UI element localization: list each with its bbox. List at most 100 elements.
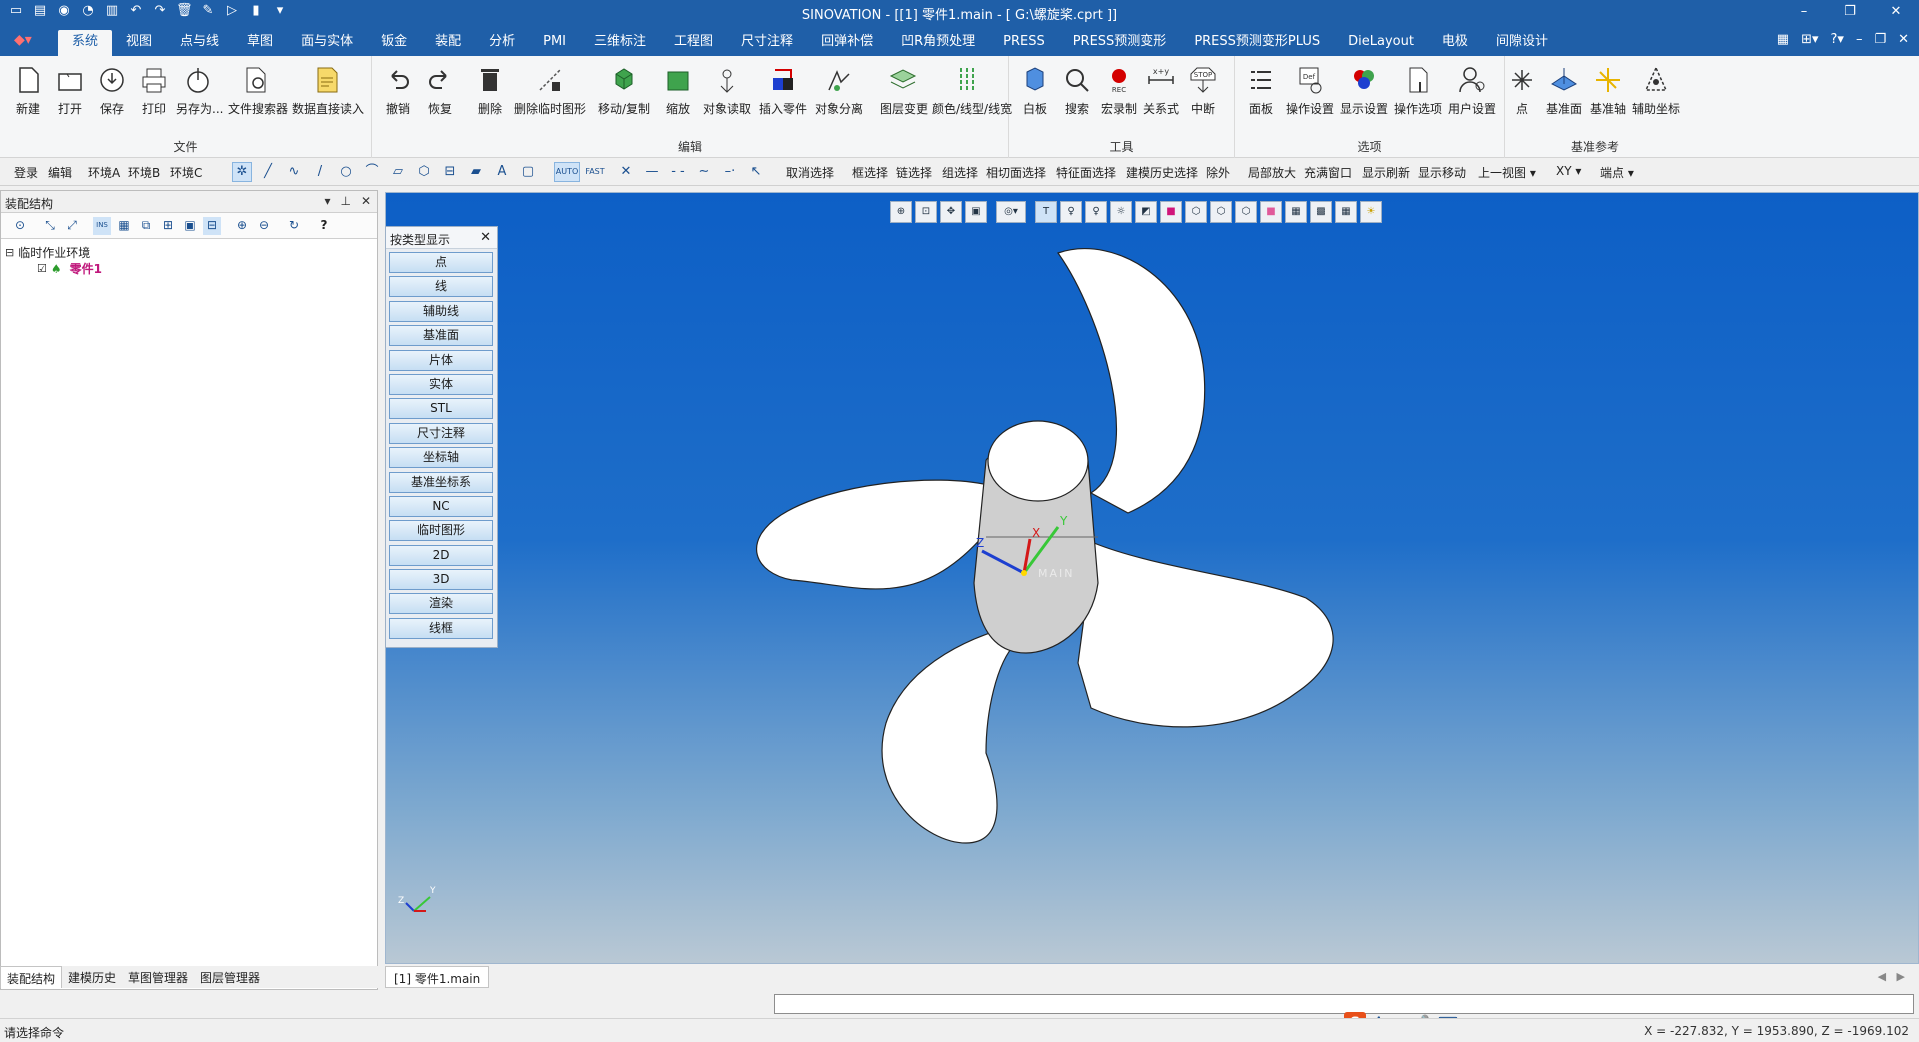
deselect-button[interactable]: 取消选择: [786, 164, 834, 181]
window-tile-icon[interactable]: ⊞▾: [1801, 32, 1818, 47]
menu-tab[interactable]: PRESS预测变形: [1059, 30, 1181, 56]
display-settings-button[interactable]: 显示设置: [1339, 64, 1389, 117]
auto-mode-button[interactable]: AUTO: [554, 162, 580, 182]
spline-icon[interactable]: ∿: [284, 162, 304, 182]
search-button[interactable]: 搜索: [1055, 64, 1099, 117]
tab-nav-arrows[interactable]: ◀ ▶: [1878, 970, 1905, 983]
feature-face-select-button[interactable]: 特征面选择: [1056, 164, 1116, 181]
new-button[interactable]: 新建: [6, 64, 50, 117]
box-select-button[interactable]: 框选择: [852, 164, 888, 181]
menu-tab[interactable]: PMI: [529, 30, 580, 56]
env-a-button[interactable]: 环境A: [88, 164, 120, 181]
menu-tab[interactable]: 电极: [1428, 30, 1482, 56]
chain-select-button[interactable]: 链选择: [896, 164, 932, 181]
login-button[interactable]: 登录: [14, 164, 38, 181]
move-copy-button[interactable]: 移动/复制: [596, 64, 652, 117]
type-datum-csys-button[interactable]: 基准坐标系: [389, 471, 493, 493]
menu-tab[interactable]: 凹R角预处理: [887, 30, 989, 56]
layer-change-button[interactable]: 图层变更: [880, 64, 928, 117]
copy-icon[interactable]: ⧉: [137, 217, 155, 235]
assembly-icon[interactable]: ▦: [115, 217, 133, 235]
hierarchy-icon[interactable]: ⊞: [159, 217, 177, 235]
move-display-button[interactable]: 显示移动: [1418, 164, 1466, 181]
operation-options-button[interactable]: 操作选项: [1393, 64, 1443, 117]
dimension-icon[interactable]: ⊟: [440, 162, 460, 182]
menu-tab[interactable]: 点与线: [166, 30, 233, 56]
zoom-in-icon[interactable]: ⊕: [233, 217, 251, 235]
circle-icon[interactable]: ○: [336, 162, 356, 182]
line-icon[interactable]: ╱: [258, 162, 278, 182]
type-datum-plane-button[interactable]: 基准面: [389, 325, 493, 347]
menu-tab[interactable]: 钣金: [367, 30, 421, 56]
restore-button[interactable]: ❐: [1827, 0, 1873, 26]
type-render-button[interactable]: 渲染: [389, 593, 493, 615]
tab-assembly[interactable]: 装配结构: [0, 966, 63, 988]
scale-button[interactable]: 缩放: [656, 64, 700, 117]
select-part-icon[interactable]: ▣: [181, 217, 199, 235]
hatch-icon[interactable]: ▰: [466, 162, 486, 182]
object-separate-button[interactable]: 对象分离: [814, 64, 864, 117]
type-dimension-button[interactable]: 尺寸注释: [389, 422, 493, 444]
type-nc-button[interactable]: NC: [389, 495, 493, 517]
menu-tab[interactable]: 回弹补偿: [807, 30, 887, 56]
checkbox-icon[interactable]: ☑: [37, 261, 47, 277]
panel-button[interactable]: 面板: [1239, 64, 1283, 117]
plane-dropdown[interactable]: XY ▾: [1556, 164, 1581, 178]
open-button[interactable]: 打开: [48, 64, 92, 117]
panel-close-icon[interactable]: ✕: [361, 194, 371, 208]
ins-icon[interactable]: INS: [93, 217, 111, 235]
menu-tab[interactable]: 装配: [421, 30, 475, 56]
window-layout-icon[interactable]: ▦: [1777, 32, 1789, 47]
type-line-button[interactable]: 线: [389, 276, 493, 298]
fit-window-button[interactable]: 充满窗口: [1304, 164, 1352, 181]
collapse-icon[interactable]: ⤢: [63, 217, 81, 235]
whiteboard-button[interactable]: 白板: [1013, 64, 1057, 117]
file-search-button[interactable]: 文件搜索器: [228, 64, 288, 117]
menu-tab[interactable]: 间隙设计: [1482, 30, 1562, 56]
app-logo-icon[interactable]: ◆▾: [14, 32, 32, 48]
type-2d-button[interactable]: 2D: [389, 544, 493, 566]
interrupt-button[interactable]: STOP 中断: [1181, 64, 1225, 117]
datum-axis-button[interactable]: 基准轴: [1587, 64, 1629, 117]
refresh-display-button[interactable]: 显示刷新: [1362, 164, 1410, 181]
3d-viewport[interactable]: ⊕ ⊡ ✥ ▣ ◎▾ T ♀ ♀ ☼ ◩ ■ ⬡ ⬡ ⬡ ■ ▦ ▩ ▦ ☀ Z…: [385, 192, 1919, 964]
minimize-button[interactable]: –: [1781, 0, 1827, 26]
env-c-button[interactable]: 环境C: [170, 164, 202, 181]
previous-view-dropdown[interactable]: 上一视图 ▾: [1478, 164, 1536, 181]
fast-mode-button[interactable]: FAST: [582, 162, 608, 182]
exclude-button[interactable]: 除外: [1206, 164, 1230, 181]
env-b-button[interactable]: 环境B: [128, 164, 160, 181]
intersect-icon[interactable]: ✕: [616, 162, 636, 182]
print-button[interactable]: 打印: [132, 64, 176, 117]
help-icon[interactable]: ?: [315, 217, 333, 235]
object-read-button[interactable]: 对象读取: [702, 64, 752, 117]
type-3d-button[interactable]: 3D: [389, 569, 493, 591]
tree-part[interactable]: ☑ ♠ 零件1: [5, 261, 102, 277]
save-button[interactable]: 保存: [90, 64, 134, 117]
dash-dot-icon[interactable]: - -: [668, 162, 688, 182]
type-axis-button[interactable]: 坐标轴: [389, 447, 493, 469]
face-icon[interactable]: ▱: [388, 162, 408, 182]
download-icon[interactable]: ⊙: [11, 217, 29, 235]
tree-root[interactable]: ⊟ 临时作业环境: [5, 245, 102, 261]
snap-point-icon[interactable]: ✲: [232, 162, 252, 182]
wave-icon[interactable]: ∼: [694, 162, 714, 182]
help-icon[interactable]: ?▾: [1831, 32, 1844, 47]
restore-doc-icon[interactable]: ❐: [1874, 32, 1886, 47]
local-zoom-button[interactable]: 局部放大: [1248, 164, 1296, 181]
menu-tab[interactable]: 三维标注: [580, 30, 660, 56]
menu-tab[interactable]: 草图: [233, 30, 287, 56]
insert-part-button[interactable]: 插入零件: [756, 64, 810, 117]
tangent-face-select-button[interactable]: 相切面选择: [986, 164, 1046, 181]
type-panel-close-icon[interactable]: ✕: [480, 230, 491, 245]
datum-plane-button[interactable]: 基准面: [1543, 64, 1585, 117]
solid-icon[interactable]: ⬡: [414, 162, 434, 182]
menu-tab[interactable]: 系统: [58, 30, 113, 56]
pin-icon[interactable]: ⊥: [340, 194, 350, 208]
expand-icon[interactable]: ⤡: [41, 217, 59, 235]
close-button[interactable]: ✕: [1873, 0, 1919, 26]
menu-tab[interactable]: PRESS预测变形PLUS: [1180, 30, 1334, 56]
panel-menu-icon[interactable]: ▾: [324, 194, 330, 208]
arc-icon[interactable]: ⌒: [362, 162, 382, 182]
menu-tab[interactable]: 尺寸注释: [727, 30, 807, 56]
